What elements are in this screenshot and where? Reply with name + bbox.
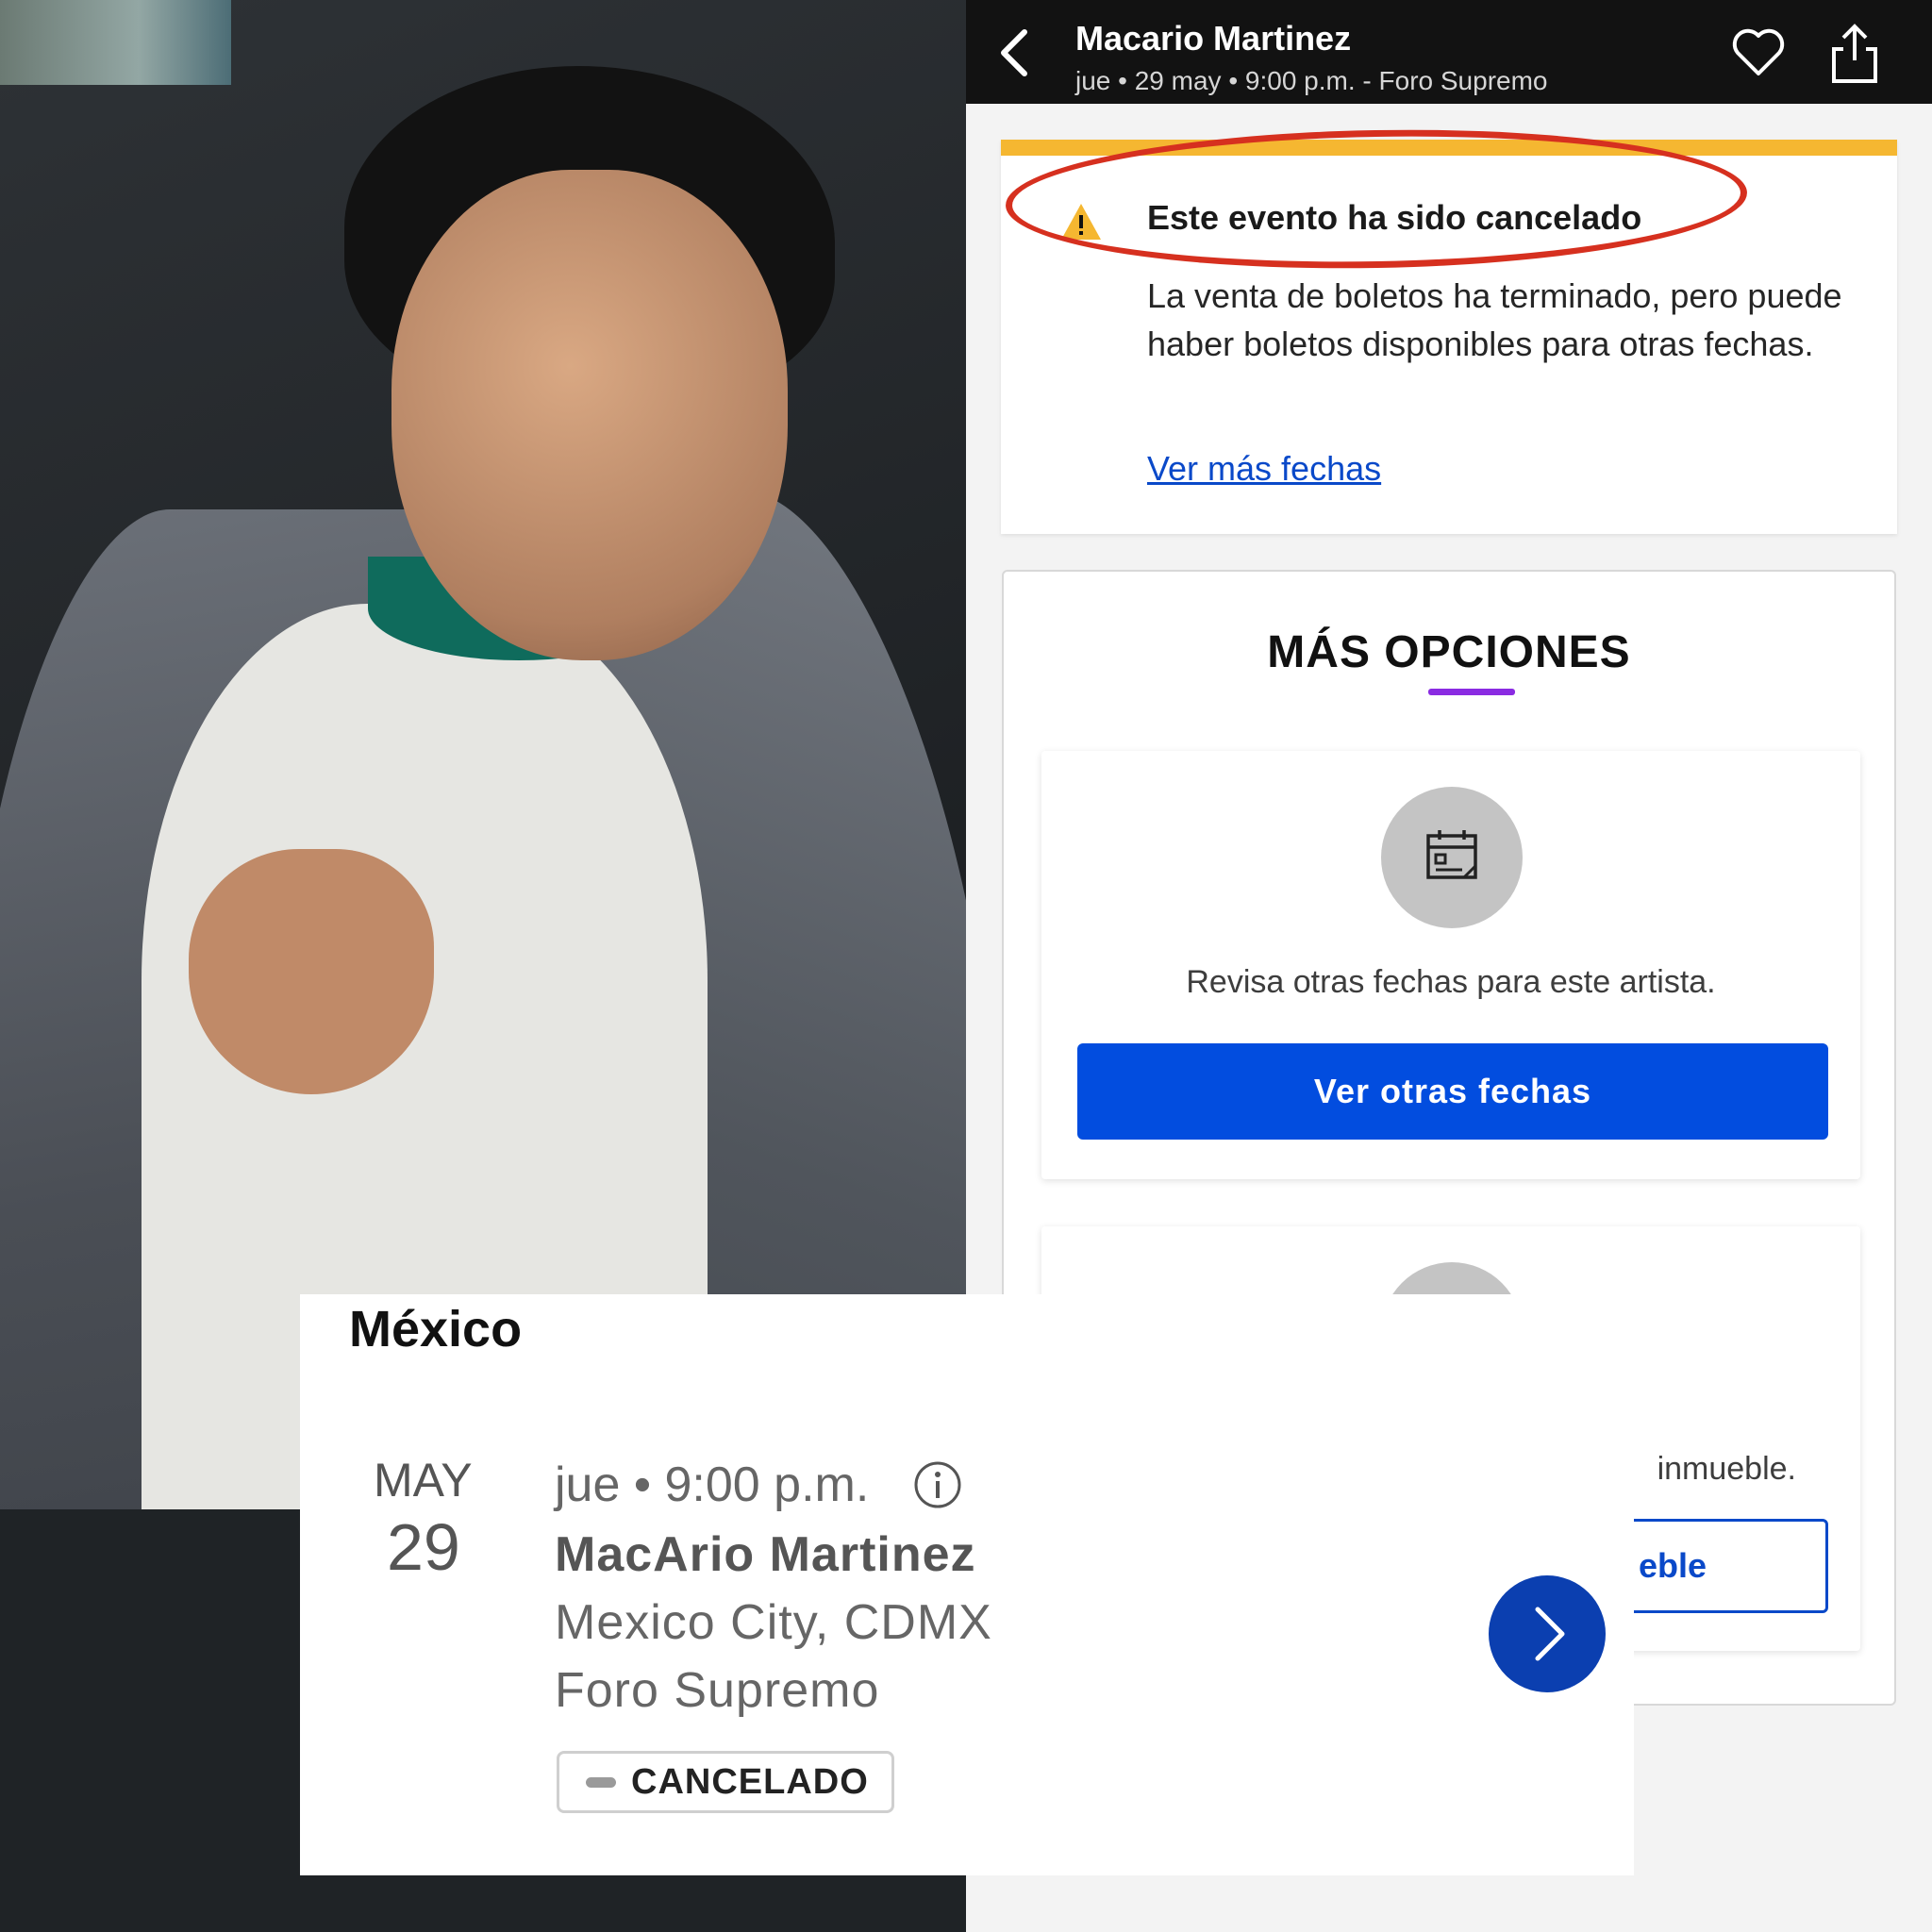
- event-listing-card: México MAY 29 jue • 9:00 p.m. MacArio Ma…: [300, 1294, 1634, 1875]
- more-options-heading: MÁS OPCIONES: [1267, 627, 1631, 677]
- venue-text: inmueble.: [1657, 1451, 1796, 1487]
- info-button[interactable]: [913, 1460, 962, 1509]
- calendar-icon: [1426, 830, 1477, 879]
- more-dates-link[interactable]: Ver más fechas: [1147, 449, 1381, 489]
- face: [391, 170, 788, 660]
- status-badge: CANCELADO: [557, 1751, 894, 1813]
- event-title: Macario Martinez: [1075, 19, 1352, 58]
- event-city: Mexico City, CDMX: [555, 1595, 992, 1650]
- back-button[interactable]: [985, 19, 1051, 85]
- top-bar: Macario Martinez jue • 29 may • 9:00 p.m…: [966, 0, 1932, 104]
- event-venue: Foro Supremo: [555, 1663, 880, 1718]
- event-subtitle: jue • 29 may • 9:00 p.m. - Foro Supremo: [1075, 66, 1548, 95]
- chevron-left-icon: [1001, 29, 1027, 76]
- event-day: 29: [387, 1510, 460, 1584]
- heart-icon: [1732, 28, 1785, 75]
- share-button[interactable]: [1826, 21, 1883, 85]
- peace-sign-hand: [189, 849, 434, 1094]
- alert-body: La venta de boletos ha terminado, pero p…: [1147, 276, 1842, 363]
- calendar-icon-circle: [1381, 787, 1523, 928]
- info-icon: [914, 1461, 961, 1508]
- status-label: CANCELADO: [631, 1761, 869, 1802]
- chevron-right-icon: [1535, 1607, 1565, 1661]
- event-month: MAY: [374, 1454, 473, 1507]
- other-dates-text: Revisa otras fechas para este artista.: [1186, 964, 1716, 1000]
- share-icon: [1832, 24, 1877, 83]
- open-event-button[interactable]: [1489, 1575, 1606, 1692]
- status-dash-icon: [586, 1776, 616, 1788]
- heading-underline: [1428, 689, 1515, 695]
- favorite-button[interactable]: [1730, 25, 1787, 81]
- see-other-dates-button[interactable]: Ver otras fechas: [1077, 1043, 1828, 1140]
- wall-art: [0, 0, 231, 85]
- event-time: jue • 9:00 p.m.: [555, 1457, 870, 1512]
- country-heading: México: [349, 1301, 523, 1357]
- event-artist: MacArio Martinez: [555, 1527, 976, 1582]
- other-dates-card: Revisa otras fechas para este artista. V…: [1041, 751, 1860, 1179]
